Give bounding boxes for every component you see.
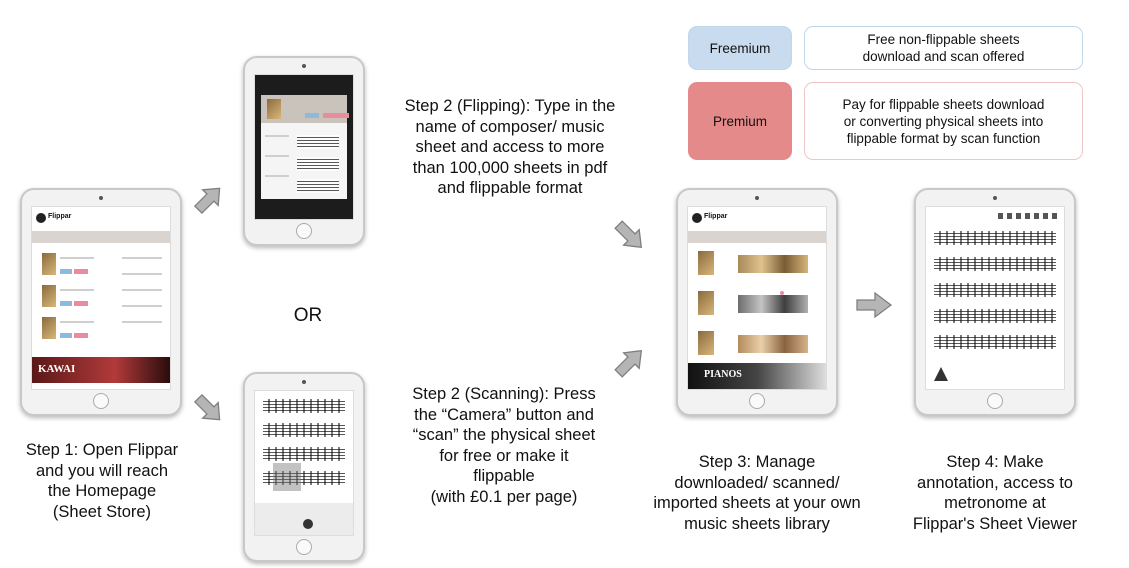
scanning-screenshot [254,390,354,536]
step3-caption-line: imported sheets at your own [653,494,861,512]
arrow-right-icon [855,290,893,320]
step2-flipping-caption-line: sheet and access to more [415,138,605,156]
step2-flipping-caption-line: Step 2 (Flipping): Type in the [404,97,616,115]
step2-flipping-caption: Step 2 (Flipping): Type in the name of c… [370,96,650,199]
step3-caption-line: Step 3: Manage [698,453,816,471]
arrow-diagonal-up-icon [192,182,226,216]
tablet-homepage: Flippar KAWAI [20,188,182,416]
tablet-home-button [749,393,765,409]
premium-description-line: or converting physical sheets into [843,113,1044,129]
arrow-diagonal-up-icon [612,344,648,380]
freemium-description-line: Free non-flippable sheets [867,32,1020,47]
tablet-scanning [243,372,365,562]
arrow-diagonal-down-icon [192,392,226,426]
step2-scanning-caption-line: flippable [473,467,535,485]
camera-shutter-icon [303,519,313,529]
step2-scanning-caption-line: “scan” the physical sheet [412,426,596,444]
freemium-description-box: Free non-flippable sheets download and s… [804,26,1083,70]
step2-scanning-caption-line: Step 2 (Scanning): Press [412,385,596,403]
or-label: OR [293,305,323,326]
app-name: Flippar [48,213,72,220]
step2-scanning-caption-line: the “Camera” button and [414,405,594,424]
tablet-library: Flippar PIANOS [676,188,838,416]
step2-flipping-caption-line: name of composer/ music [415,117,605,136]
step1-caption: Step 1: Open Flippar and you will reach … [6,440,198,522]
step2-flipping-caption-line: than 100,000 sheets in pdf [412,158,608,177]
step2-scanning-caption-line: (with £0.1 per page) [430,487,578,506]
ad-banner: PIANOS [688,363,826,389]
step2-scanning-caption: Step 2 (Scanning): Press the “Camera” bu… [374,384,634,507]
step3-caption-line: downloaded/ scanned/ [674,473,840,492]
step2-flipping-caption-line: and flippable format [437,179,583,197]
premium-description-line: flippable format by scan function [846,130,1041,146]
premium-label-box: Premium [688,82,792,160]
tablet-home-button [296,223,312,239]
premium-description-box: Pay for flippable sheets download or con… [804,82,1083,160]
tablet-home-button [296,539,312,555]
step4-caption-line: annotation, access to [917,473,1073,492]
premium-label: Premium [712,113,767,129]
library-screenshot: Flippar PIANOS [687,206,827,390]
tablet-camera [302,64,306,68]
freemium-description-line: download and scan offered [862,49,1025,64]
tablet-camera [302,380,306,384]
freemium-label: Freemium [709,40,771,56]
arrow-diagonal-down-icon [612,218,648,254]
step4-caption-line: Flippar's Sheet Viewer [912,514,1078,533]
step2-scanning-caption-line: for free or make it [439,446,569,465]
app-name: Flippar [704,213,728,220]
step4-caption: Step 4: Make annotation, access to metro… [890,452,1100,534]
step1-caption-line: the Homepage [47,482,157,500]
homepage-screenshot: Flippar KAWAI [31,206,171,390]
tablet-camera [99,196,103,200]
tablet-home-button [93,393,109,409]
step3-caption: Step 3: Manage downloaded/ scanned/ impo… [626,452,888,534]
app-logo [692,213,702,223]
step4-caption-line: Step 4: Make [946,453,1044,471]
tablet-camera [993,196,997,200]
tablet-flipping [243,56,365,246]
ad-banner: KAWAI [32,357,170,383]
flipping-screenshot [254,74,354,220]
freemium-label-box: Freemium [688,26,792,70]
ad-banner-text: KAWAI [38,363,76,375]
tablet-sheet-viewer [914,188,1076,416]
step1-caption-line: (Sheet Store) [52,502,152,521]
tablet-camera [755,196,759,200]
app-logo [36,213,46,223]
viewer-toolbar-icons [998,213,1058,219]
sheet-viewer-screenshot [925,206,1065,390]
step3-caption-line: music sheets library [684,514,830,533]
step1-caption-line: Step 1: Open Flippar [25,441,179,459]
step1-caption-line: and you will reach [35,461,169,480]
tablet-home-button [987,393,1003,409]
step4-caption-line: metronome at [944,494,1046,512]
ad-banner-text: PIANOS [704,369,742,380]
metronome-icon [934,367,948,381]
premium-description-line: Pay for flippable sheets download [842,96,1045,112]
